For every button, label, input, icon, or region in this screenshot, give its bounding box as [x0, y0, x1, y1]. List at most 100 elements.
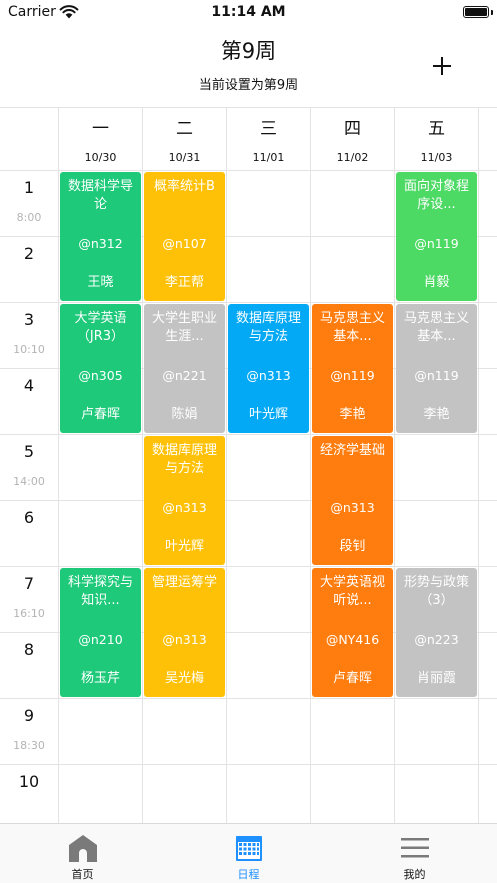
course-teacher: 肖毅	[423, 275, 450, 290]
course-card[interactable]: 管理运筹学 @n313 吴光梅	[144, 568, 225, 697]
period-time: 8:00	[16, 211, 42, 224]
course-teacher: 卢春晖	[332, 671, 372, 686]
course-card[interactable]: 科学探究与知识... @n210 杨玉芹	[60, 568, 141, 697]
course-name: 大学英语（JR3）	[74, 311, 127, 344]
tab-profile-label: 我的	[403, 868, 426, 881]
menu-icon	[401, 838, 429, 858]
grid-line	[0, 764, 497, 765]
course-card[interactable]: 数据库原理与方法 @n313 叶光辉	[228, 304, 309, 433]
course-name: 大学生职业生涯...	[151, 311, 217, 344]
grid-line	[394, 107, 395, 823]
tab-home-label: 首页	[71, 868, 94, 881]
course-teacher: 叶光辉	[164, 539, 204, 554]
course-room: @NY416	[325, 632, 380, 647]
course-name: 数据库原理与方法	[151, 443, 217, 476]
course-name: 马克思主义基本...	[319, 311, 385, 344]
period-time: 10:10	[13, 343, 45, 356]
period-number: 4	[23, 376, 35, 395]
course-room: @n313	[162, 500, 207, 515]
course-card[interactable]: 形势与政策（3） @n223 肖丽霞	[396, 568, 477, 697]
grid-line	[0, 566, 497, 567]
add-button[interactable]	[428, 52, 456, 80]
day-header: 二 10/31	[143, 107, 226, 171]
course-name: 面向对象程序设...	[403, 179, 469, 212]
grid-line	[142, 107, 143, 823]
course-teacher: 王晓	[87, 275, 114, 290]
course-room: @n119	[414, 236, 459, 251]
tab-home[interactable]: 首页	[0, 824, 165, 883]
header: 第9周 当前设置为第9周	[0, 26, 497, 108]
course-name: 经济学基础	[319, 443, 385, 458]
day-date: 11/02	[336, 151, 369, 164]
course-teacher: 肖丽霞	[416, 671, 456, 686]
course-room: @n119	[330, 368, 375, 383]
course-card[interactable]: 数据科学导论 @n312 王晓	[60, 172, 141, 301]
course-card[interactable]: 概率统计B @n107 李正帮	[144, 172, 225, 301]
status-bar: Carrier 11:14 AM	[0, 0, 497, 26]
course-room: @n119	[414, 368, 459, 383]
period-number: 3	[23, 310, 35, 329]
course-card[interactable]: 大学英语视听说... @NY416 卢春晖	[312, 568, 393, 697]
course-name: 科学探究与知识...	[67, 575, 133, 608]
battery-tip	[491, 10, 493, 15]
period-time: 16:10	[13, 607, 45, 620]
course-card[interactable]: 马克思主义基本... @n119 李艳	[312, 304, 393, 433]
period-number: 1	[23, 178, 35, 197]
course-name: 数据库原理与方法	[235, 311, 301, 344]
tab-bar: 首页 日程 我的	[0, 823, 497, 883]
period-number: 10	[18, 772, 40, 791]
day-name: 二	[176, 119, 193, 139]
course-card[interactable]: 大学英语（JR3） @n305 卢春晖	[60, 304, 141, 433]
course-teacher: 李艳	[339, 407, 366, 422]
day-date: 11/03	[420, 151, 453, 164]
course-room: @n313	[162, 632, 207, 647]
period-time: 18:30	[13, 739, 45, 752]
course-teacher: 陈娟	[171, 407, 198, 422]
course-room: @n312	[78, 236, 123, 251]
tab-schedule[interactable]: 日程	[166, 824, 331, 883]
course-room: @n221	[162, 368, 207, 383]
schedule-grid: 一 10/30 二 10/31 三 11/01 四 11/02 五 11/03 1 2 3 4 5 6 7 8 9 1…	[0, 107, 497, 823]
course-room: @n223	[414, 632, 459, 647]
day-name: 四	[344, 119, 361, 139]
course-teacher: 李正帮	[164, 275, 204, 290]
course-card[interactable]: 经济学基础 @n313 段钊	[312, 436, 393, 565]
grid-line	[0, 434, 497, 435]
grid-line	[0, 500, 497, 501]
course-name: 马克思主义基本...	[403, 311, 469, 344]
course-name: 概率统计B	[154, 179, 215, 194]
course-name: 管理运筹学	[151, 575, 217, 590]
day-date: 10/31	[168, 151, 201, 164]
grid-line	[58, 107, 59, 823]
course-card[interactable]: 数据库原理与方法 @n313 叶光辉	[144, 436, 225, 565]
period-number: 9	[23, 706, 35, 725]
course-room: @n210	[78, 632, 123, 647]
course-teacher: 段钊	[339, 539, 366, 554]
course-card[interactable]: 面向对象程序设... @n119 肖毅	[396, 172, 477, 301]
course-card[interactable]: 大学生职业生涯... @n221 陈娟	[144, 304, 225, 433]
clock: 11:14 AM	[211, 4, 286, 20]
day-header: 一 10/30	[59, 107, 142, 171]
tab-profile[interactable]: 我的	[332, 824, 497, 883]
day-name: 一	[92, 119, 109, 139]
day-header: 三 11/01	[227, 107, 310, 171]
period-number: 5	[23, 442, 35, 461]
course-name: 大学英语视听说...	[319, 575, 385, 608]
period-number: 7	[23, 574, 35, 593]
course-room: @n107	[162, 236, 207, 251]
day-name: 三	[260, 119, 277, 139]
course-name: 数据科学导论	[67, 179, 133, 212]
calendar-icon	[236, 836, 262, 861]
day-header: 五 11/03	[395, 107, 478, 171]
course-teacher: 吴光梅	[164, 671, 204, 686]
home-icon	[69, 835, 97, 862]
current-week-label: 当前设置为第9周	[198, 78, 299, 93]
grid-line	[310, 107, 311, 823]
course-teacher: 叶光辉	[248, 407, 288, 422]
tab-schedule-label: 日程	[237, 868, 260, 881]
period-number: 6	[23, 508, 35, 527]
grid-line	[478, 107, 479, 823]
period-number: 2	[23, 244, 35, 263]
course-teacher: 卢春晖	[80, 407, 120, 422]
course-card[interactable]: 马克思主义基本... @n119 李艳	[396, 304, 477, 433]
